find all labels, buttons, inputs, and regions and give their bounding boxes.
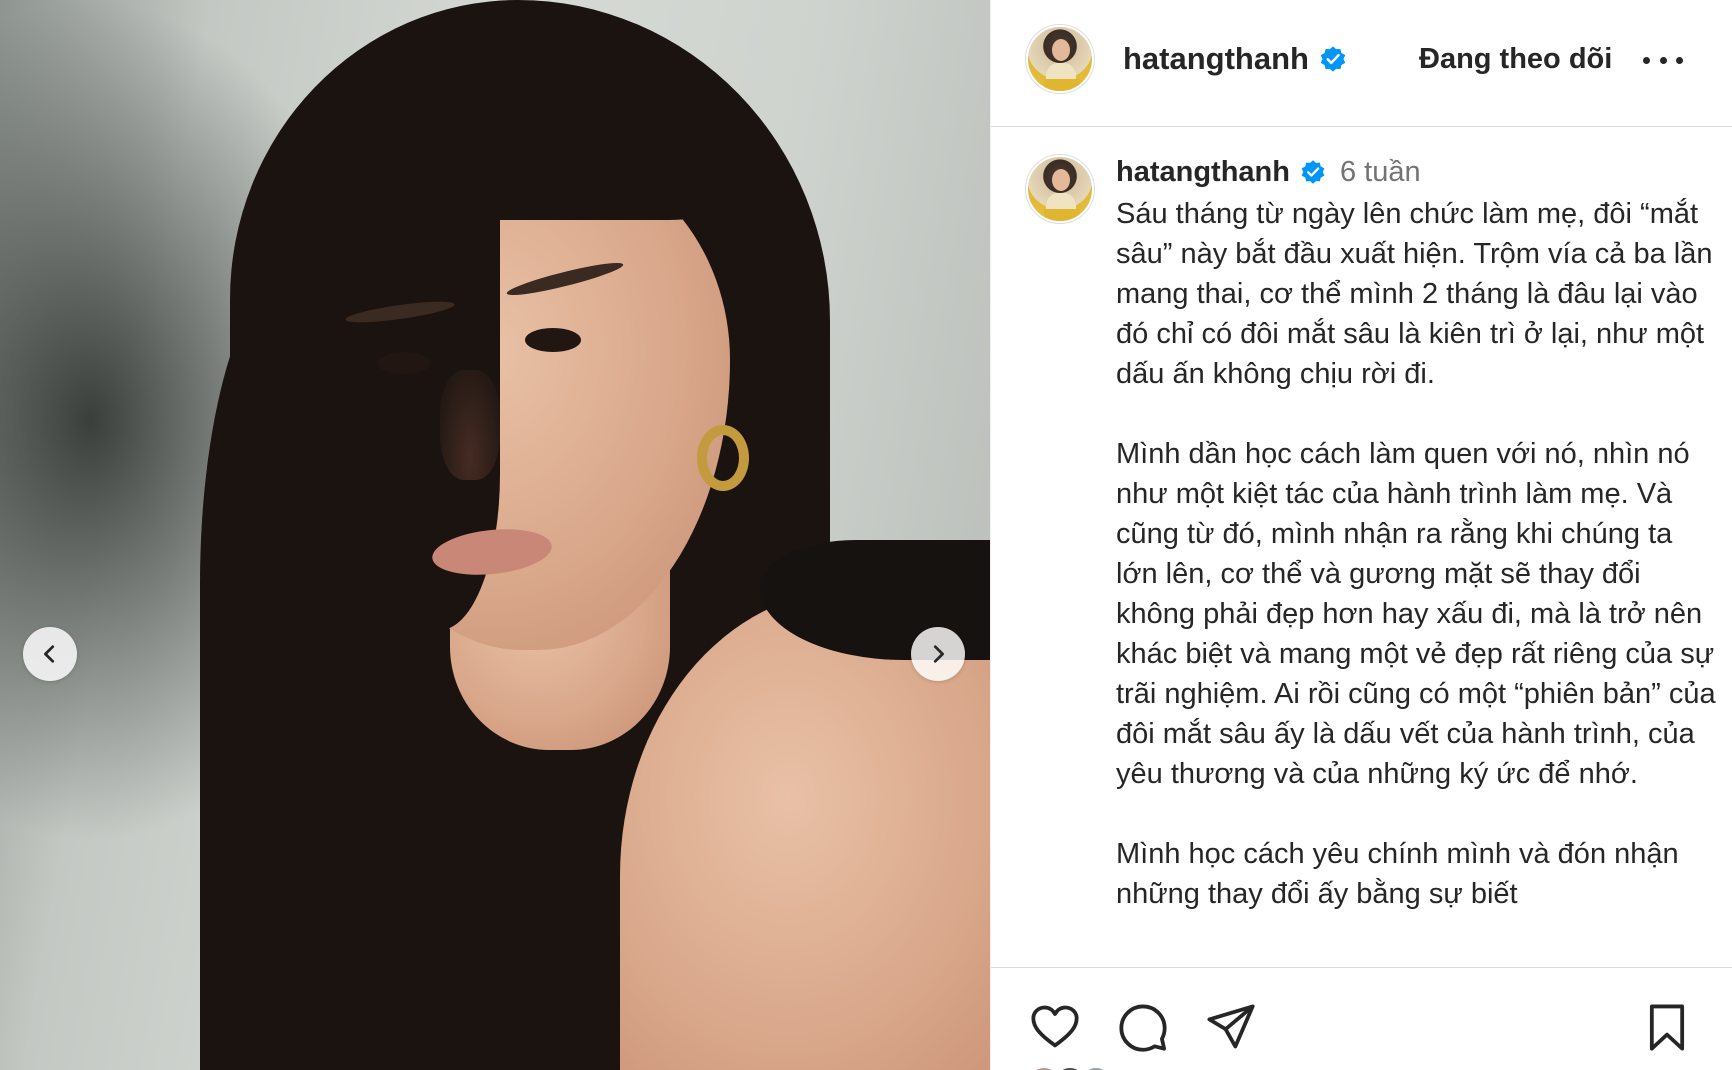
caption-scroll-area[interactable]: hatangthanh 6 tuần Sáu tháng từ ngày lên … bbox=[991, 128, 1732, 966]
photo-eye-left bbox=[378, 352, 430, 374]
comment-button[interactable] bbox=[1117, 1001, 1169, 1053]
following-button[interactable]: Đang theo dõi bbox=[1419, 43, 1612, 76]
post-timestamp[interactable]: 6 tuần bbox=[1340, 156, 1421, 188]
save-button[interactable] bbox=[1641, 1001, 1693, 1053]
caption-header: hatangthanh 6 tuần bbox=[1116, 156, 1421, 189]
avatar[interactable] bbox=[1026, 25, 1094, 93]
photo-nose bbox=[440, 370, 500, 480]
post-sidebar: hatangthanh Đang theo dõi hatangthanh 6 t… bbox=[990, 0, 1732, 1070]
chevron-left-icon bbox=[44, 645, 55, 663]
post-photo bbox=[0, 0, 990, 1070]
liker-avatars[interactable] bbox=[1027, 1066, 1117, 1070]
chevron-right-icon bbox=[933, 645, 944, 663]
header-username-row: hatangthanh bbox=[1123, 41, 1347, 77]
previous-photo-button[interactable] bbox=[23, 627, 77, 681]
comment-icon bbox=[1119, 1004, 1167, 1052]
post-header: hatangthanh Đang theo dõi bbox=[991, 0, 1732, 127]
caption-avatar[interactable] bbox=[1026, 155, 1094, 223]
verified-badge-icon bbox=[1320, 46, 1346, 72]
caption-username[interactable]: hatangthanh bbox=[1116, 156, 1290, 188]
verified-badge-icon bbox=[1301, 160, 1325, 184]
username-link[interactable]: hatangthanh bbox=[1123, 41, 1309, 76]
photo-eye-right bbox=[525, 328, 581, 352]
action-bar bbox=[991, 967, 1732, 1070]
like-button[interactable] bbox=[1029, 1001, 1081, 1053]
more-options-icon[interactable] bbox=[1643, 45, 1683, 75]
share-button[interactable] bbox=[1205, 1001, 1257, 1053]
post-caption: Sáu tháng từ ngày lên chức làm mẹ, đôi “… bbox=[1116, 198, 1716, 910]
photo-hair-top bbox=[380, 90, 740, 220]
next-photo-button[interactable] bbox=[911, 627, 965, 681]
photo-earring bbox=[697, 425, 749, 491]
bookmark-icon bbox=[1649, 1004, 1685, 1051]
heart-icon bbox=[1031, 1005, 1079, 1048]
share-icon bbox=[1207, 1004, 1255, 1049]
